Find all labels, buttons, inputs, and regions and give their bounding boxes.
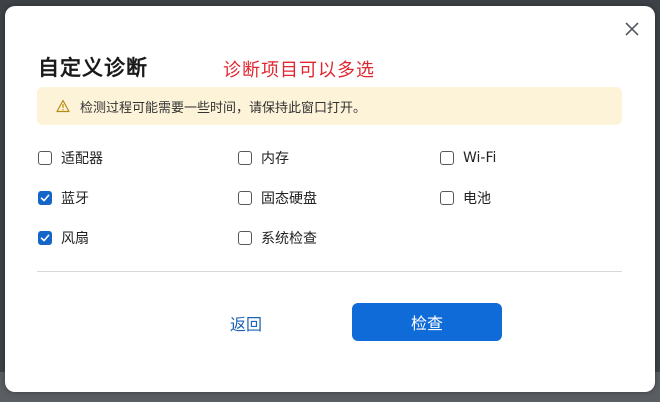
- checkbox-memory[interactable]: 内存: [238, 148, 289, 168]
- checkbox-bluetooth[interactable]: 蓝牙: [38, 188, 89, 208]
- checkbox-ssd[interactable]: 固态硬盘: [238, 188, 317, 208]
- divider: [37, 271, 622, 272]
- checkbox-box[interactable]: [238, 151, 252, 165]
- checkbox-box[interactable]: [440, 191, 454, 205]
- checkbox-label: 电池: [463, 191, 491, 207]
- checkbox-label: Wi-Fi: [463, 150, 497, 166]
- multi-select-annotation: 诊断项目可以多选: [223, 60, 375, 81]
- checkbox-box[interactable]: [440, 151, 454, 165]
- custom-diagnosis-dialog: 自定义诊断 诊断项目可以多选 检测过程可能需要一些时间，请保持此窗口打开。 适配…: [5, 6, 655, 392]
- close-button[interactable]: [621, 18, 643, 40]
- notice-banner: 检测过程可能需要一些时间，请保持此窗口打开。: [37, 87, 622, 125]
- checkbox-label: 系统检查: [261, 231, 317, 247]
- checkbox-box[interactable]: [38, 231, 52, 245]
- checkbox-label: 适配器: [61, 151, 103, 167]
- checkbox-label: 内存: [261, 151, 289, 167]
- checkbox-box[interactable]: [238, 231, 252, 245]
- checkbox-fan[interactable]: 风扇: [38, 228, 89, 248]
- checkbox-box[interactable]: [238, 191, 252, 205]
- checkbox-wifi[interactable]: Wi-Fi: [440, 148, 496, 168]
- checkbox-box[interactable]: [38, 151, 52, 165]
- warning-icon: [56, 99, 70, 113]
- back-button[interactable]: 返回: [215, 304, 277, 342]
- checkbox-adapter[interactable]: 适配器: [38, 148, 103, 168]
- dialog-title: 自定义诊断: [38, 56, 148, 80]
- checkbox-label: 固态硬盘: [261, 191, 317, 207]
- checkmark-icon: [40, 194, 50, 202]
- checkbox-label: 蓝牙: [61, 191, 89, 207]
- checkbox-box[interactable]: [38, 191, 52, 205]
- check-button[interactable]: 检查: [352, 303, 502, 341]
- checkbox-label: 风扇: [61, 231, 89, 247]
- checkbox-system-check[interactable]: 系统检查: [238, 228, 317, 248]
- checkbox-battery[interactable]: 电池: [440, 188, 491, 208]
- checkmark-icon: [40, 234, 50, 242]
- close-icon: [625, 22, 639, 36]
- notice-text: 检测过程可能需要一些时间，请保持此窗口打开。: [80, 100, 367, 116]
